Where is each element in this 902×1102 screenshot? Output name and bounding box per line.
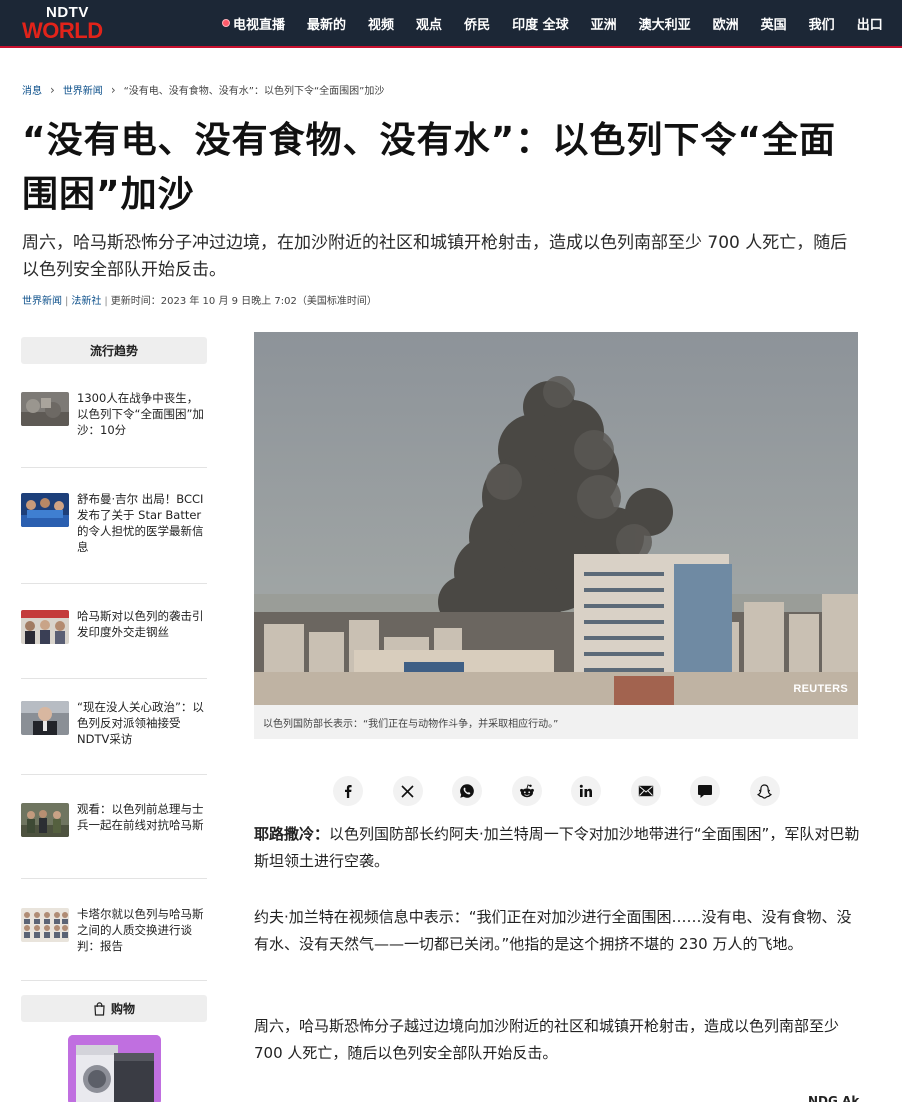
chevron-right-icon: ›	[110, 82, 116, 97]
nav-item-live-tv[interactable]: 电视直播	[222, 14, 285, 33]
dateline: 耶路撒冷：	[254, 825, 330, 843]
source-link[interactable]: 法新社	[71, 296, 101, 307]
breadcrumb-current: “没有电、没有食物、没有水”：以色列下令“全面围困”加沙	[123, 86, 385, 97]
live-dot-icon	[222, 19, 230, 27]
shopping-title: 购物	[110, 1002, 135, 1016]
nav-item-opinion[interactable]: 观点	[416, 14, 442, 33]
trending-thumbnail	[21, 493, 69, 527]
trending-title: 舒布曼·吉尔 出局！BCCI 发布了关于 Star Batter 的令人担忧的医…	[77, 492, 204, 554]
sidebar: 流行趋势 1300人在战争中丧生，以色列下令“全面围困”加沙：10分 舒布曼·吉…	[21, 337, 207, 1102]
trending-thumbnail	[21, 908, 69, 942]
washing-machine-image	[68, 1035, 161, 1102]
trending-thumbnail	[21, 803, 69, 837]
logo-bottom-text: WORLD	[22, 18, 103, 43]
trending-item[interactable]: 舒布曼·吉尔 出局！BCCI 发布了关于 Star Batter 的令人担忧的医…	[21, 491, 207, 555]
updated-timestamp: 更新时间：2023 年 10 月 9 日晚上 7:02（美国标准时间）	[110, 296, 377, 307]
article-summary: 周六，哈马斯恐怖分子冲过边境，在加沙附近的社区和城镇开枪射击，造成以色列南部至少…	[22, 233, 848, 280]
continued-text: NDG Ak	[808, 1094, 860, 1102]
linkedin-icon[interactable]	[571, 776, 601, 806]
divider	[21, 980, 207, 981]
divider	[21, 878, 207, 879]
trending-item[interactable]: 1300人在战争中丧生，以色列下令“全面围困”加沙：10分	[21, 390, 207, 438]
whatsapp-icon[interactable]	[452, 776, 482, 806]
ndtv-world-logo[interactable]: NDTV WORLD	[22, 5, 112, 43]
article-headline: “没有电、没有食物、没有水”：以色列下令“全面围困”加沙	[22, 120, 836, 215]
trending-item[interactable]: “现在没人关心政治”：以色列反对派领袖接受NDTV采访	[21, 699, 207, 747]
nav-item-diaspora[interactable]: 侨民	[464, 14, 490, 33]
meta-divider: |	[104, 296, 108, 307]
nav-item-asia[interactable]: 亚洲	[591, 14, 617, 33]
article-paragraph: 周六，哈马斯恐怖分子越过边境向加沙附近的社区和城镇开枪射击，造成以色列南部至少 …	[254, 1013, 860, 1067]
nav-item-latest[interactable]: 最新的	[307, 14, 346, 33]
image-caption: 以色列国防部长表示：“我们正在与动物作斗争，并采取相应行动。”	[254, 705, 858, 739]
trending-thumbnail	[21, 392, 69, 426]
divider	[21, 774, 207, 775]
image-credit: REUTERS	[793, 683, 848, 695]
comment-icon[interactable]	[690, 776, 720, 806]
reddit-icon[interactable]	[511, 776, 542, 806]
article-meta: 世界新闻 | 法新社 | 更新时间：2023 年 10 月 9 日晚上 7:02（美国标…	[22, 292, 377, 307]
snapchat-icon[interactable]	[749, 776, 780, 806]
chevron-right-icon: ›	[50, 82, 55, 97]
breadcrumb-section-link[interactable]: 世界新闻	[63, 82, 103, 97]
divider	[21, 583, 207, 584]
nav-item-label: 电视直播	[233, 17, 286, 33]
trending-item[interactable]: 卡塔尔就以色列与哈马斯之间的人质交换进行谈判：报告	[21, 906, 207, 954]
facebook-icon[interactable]	[333, 776, 363, 806]
nav-item-australia[interactable]: 澳大利亚	[639, 14, 691, 33]
breadcrumb: 消息 › 世界新闻 › “没有电、没有食物、没有水”：以色列下令“全面围困”加沙	[22, 82, 385, 98]
trending-title: 1300人在战争中丧生，以色列下令“全面围困”加沙：10分	[77, 391, 204, 437]
trending-item[interactable]: 哈马斯对以色列的袭击引发印度外交走钢丝	[21, 608, 207, 644]
article-paragraph: 约夫·加兰特在视频信息中表示：“我们正在对加沙进行全面围困……没有电、没有食物、…	[254, 904, 860, 958]
main-nav: 电视直播 最新的 视频 观点 侨民 印度 全球 亚洲 澳大利亚 欧洲 英国 我们…	[222, 0, 902, 46]
trending-title: “现在没人关心政治”：以色列反对派领袖接受NDTV采访	[77, 700, 204, 746]
trending-header: 流行趋势	[21, 337, 207, 364]
shopping-bag-icon	[94, 1001, 105, 1016]
email-icon[interactable]	[630, 776, 661, 806]
divider	[21, 467, 207, 468]
article-paragraph: 耶路撒冷：以色列国防部长约阿夫·加兰特周一下令对加沙地带进行“全面围困”，军队对…	[254, 821, 860, 875]
trending-thumbnail	[21, 610, 69, 644]
meta-divider: |	[65, 296, 69, 307]
shopping-product-card[interactable]	[68, 1035, 161, 1102]
breadcrumb-home-link[interactable]: 消息	[22, 82, 42, 97]
nav-item-us[interactable]: 我们	[809, 14, 835, 33]
x-icon[interactable]	[392, 776, 423, 806]
shopping-header: 购物	[21, 995, 207, 1022]
divider	[21, 678, 207, 679]
trending-thumbnail	[21, 701, 69, 735]
paragraph-text: 约夫·加兰特在视频信息中表示：“我们正在对加沙进行全面围困……没有电、没有食物、…	[254, 908, 852, 953]
share-bar	[333, 776, 809, 806]
paragraph-text: 周六，哈马斯恐怖分子越过边境向加沙附近的社区和城镇开枪射击，造成以色列南部至少 …	[254, 1017, 840, 1062]
trending-title: 哈马斯对以色列的袭击引发印度外交走钢丝	[77, 609, 204, 639]
paragraph-text: 以色列国防部长约阿夫·加兰特周一下令对加沙地带进行“全面围困”，军队对巴勒斯坦领…	[254, 825, 860, 870]
nav-item-video[interactable]: 视频	[368, 14, 394, 33]
trending-item[interactable]: 观看：以色列前总理与士兵一起在前线对抗哈马斯	[21, 801, 207, 837]
nav-item-europe[interactable]: 欧洲	[713, 14, 739, 33]
nav-item-uk[interactable]: 英国	[761, 14, 787, 33]
trending-title: 观看：以色列前总理与士兵一起在前线对抗哈马斯	[77, 802, 204, 832]
category-link[interactable]: 世界新闻	[22, 296, 62, 307]
gaza-smoke-photo	[254, 332, 858, 705]
hero-image: REUTERS	[254, 332, 858, 705]
nav-item-export[interactable]: 出口	[857, 14, 883, 33]
top-navigation-bar: NDTV WORLD 电视直播 最新的 视频 观点 侨民 印度 全球 亚洲 澳大…	[0, 0, 902, 48]
nav-item-india-global[interactable]: 印度 全球	[512, 14, 569, 33]
trending-title: 卡塔尔就以色列与哈马斯之间的人质交换进行谈判：报告	[77, 907, 204, 953]
